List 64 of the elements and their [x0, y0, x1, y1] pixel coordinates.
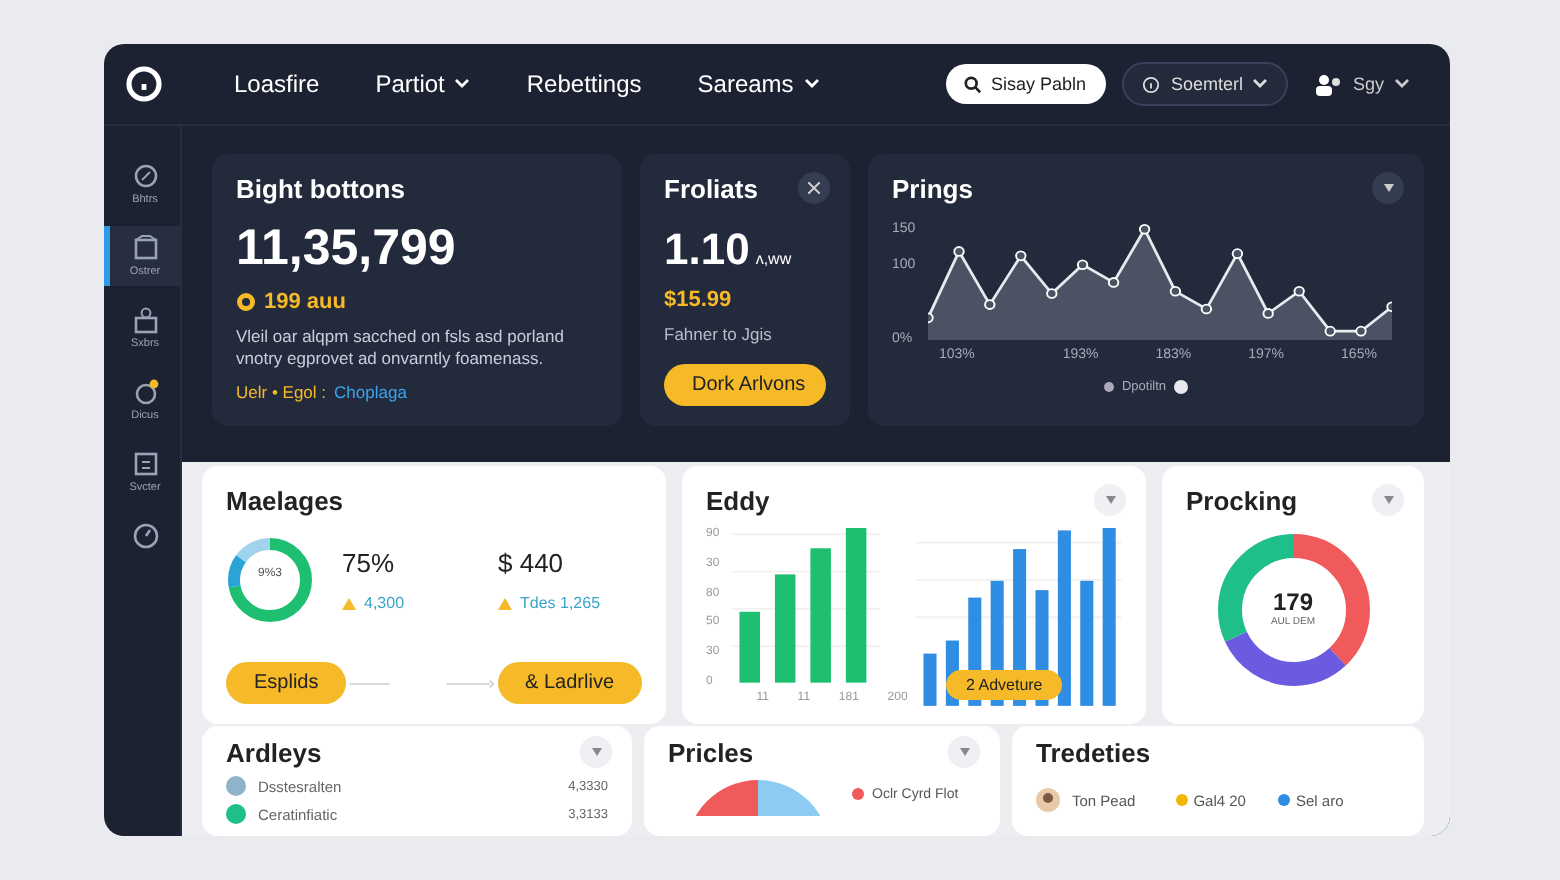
card-title: Bight bottons — [236, 174, 405, 204]
card-title: Tredeties — [1036, 738, 1151, 768]
nav-link[interactable]: Sareams — [697, 70, 820, 98]
chart-badge: 2 Adveture — [946, 670, 1063, 700]
search-field[interactable]: Sisay Pabln — [946, 64, 1107, 104]
caret-icon — [959, 748, 969, 756]
caret-icon — [1105, 496, 1115, 504]
nav-link[interactable]: Partiot — [375, 70, 471, 98]
donut-value: 179 — [1270, 588, 1316, 616]
warning-icon — [342, 597, 356, 609]
action-button[interactable]: & Ladrlive — [497, 662, 642, 704]
caret-icon — [591, 748, 601, 756]
card-title: Eddy — [706, 486, 770, 516]
action-button[interactable]: Esplids — [226, 662, 347, 704]
package-icon — [131, 306, 159, 334]
stat-delta: 4,300 — [364, 594, 405, 612]
legend-dot-icon — [1174, 380, 1189, 394]
search-icon — [964, 75, 983, 93]
caret-icon — [454, 78, 471, 90]
gauge-icon — [131, 522, 159, 550]
box-icon — [131, 234, 159, 262]
price-text: $15.99 — [664, 288, 734, 312]
arrow-icon — [346, 677, 498, 689]
nav-link[interactable]: Rebettings — [526, 70, 642, 98]
avatar-icon — [1036, 788, 1060, 812]
footer-text: Uelr • Egol : — [236, 382, 327, 403]
action-button[interactable]: Dork Arlvons — [664, 364, 826, 406]
logo-icon[interactable] — [124, 64, 164, 104]
stat-value: 75% — [342, 548, 397, 578]
stat-value: 1.10 — [664, 224, 750, 276]
users-icon — [1316, 73, 1343, 95]
card-title: Prings — [892, 174, 973, 204]
status-dropdown[interactable]: Soemterl — [1122, 62, 1289, 106]
document-icon — [131, 450, 159, 478]
stat-unit: ʌ,ww — [755, 250, 792, 268]
close-button[interactable] — [798, 172, 830, 204]
info-icon — [1142, 75, 1161, 93]
donut-chart-drawing — [226, 536, 314, 624]
footer-link[interactable]: Choplaga — [334, 382, 407, 403]
caret-icon — [1383, 496, 1393, 504]
stat-value: $ 440 — [498, 548, 566, 578]
card-title: Froliats — [664, 174, 758, 204]
legend-dot-icon — [1103, 382, 1114, 392]
caret-icon — [1252, 78, 1269, 90]
close-icon — [808, 182, 820, 194]
card-title: Ardleys — [226, 738, 322, 768]
menu-button[interactable] — [1372, 172, 1404, 204]
user-menu[interactable]: Sgy — [1316, 73, 1410, 95]
stat-delta: Tdes 1,265 — [520, 594, 601, 612]
stat-value: 11,35,799 — [236, 220, 458, 278]
card-caption: Fahner to Jgis — [664, 324, 774, 344]
caret-icon — [1383, 184, 1393, 192]
legend-dot-icon — [852, 788, 864, 800]
card-description: Vleil oar alqpm sacched on fsls asd porland vnotry egprovet ad onvarntly foamenass. — [236, 326, 566, 371]
caret-icon — [1394, 78, 1410, 90]
stat-delta: 199 auu — [264, 290, 346, 314]
card-title: Pricles — [668, 738, 754, 768]
nav-link[interactable]: Loasfire — [234, 70, 320, 98]
caret-icon — [803, 78, 820, 90]
card-title: Procking — [1186, 486, 1298, 516]
globe-icon — [131, 378, 159, 406]
warning-icon — [498, 597, 512, 609]
coin-icon — [236, 292, 256, 312]
card-title: Maelages — [226, 486, 344, 516]
